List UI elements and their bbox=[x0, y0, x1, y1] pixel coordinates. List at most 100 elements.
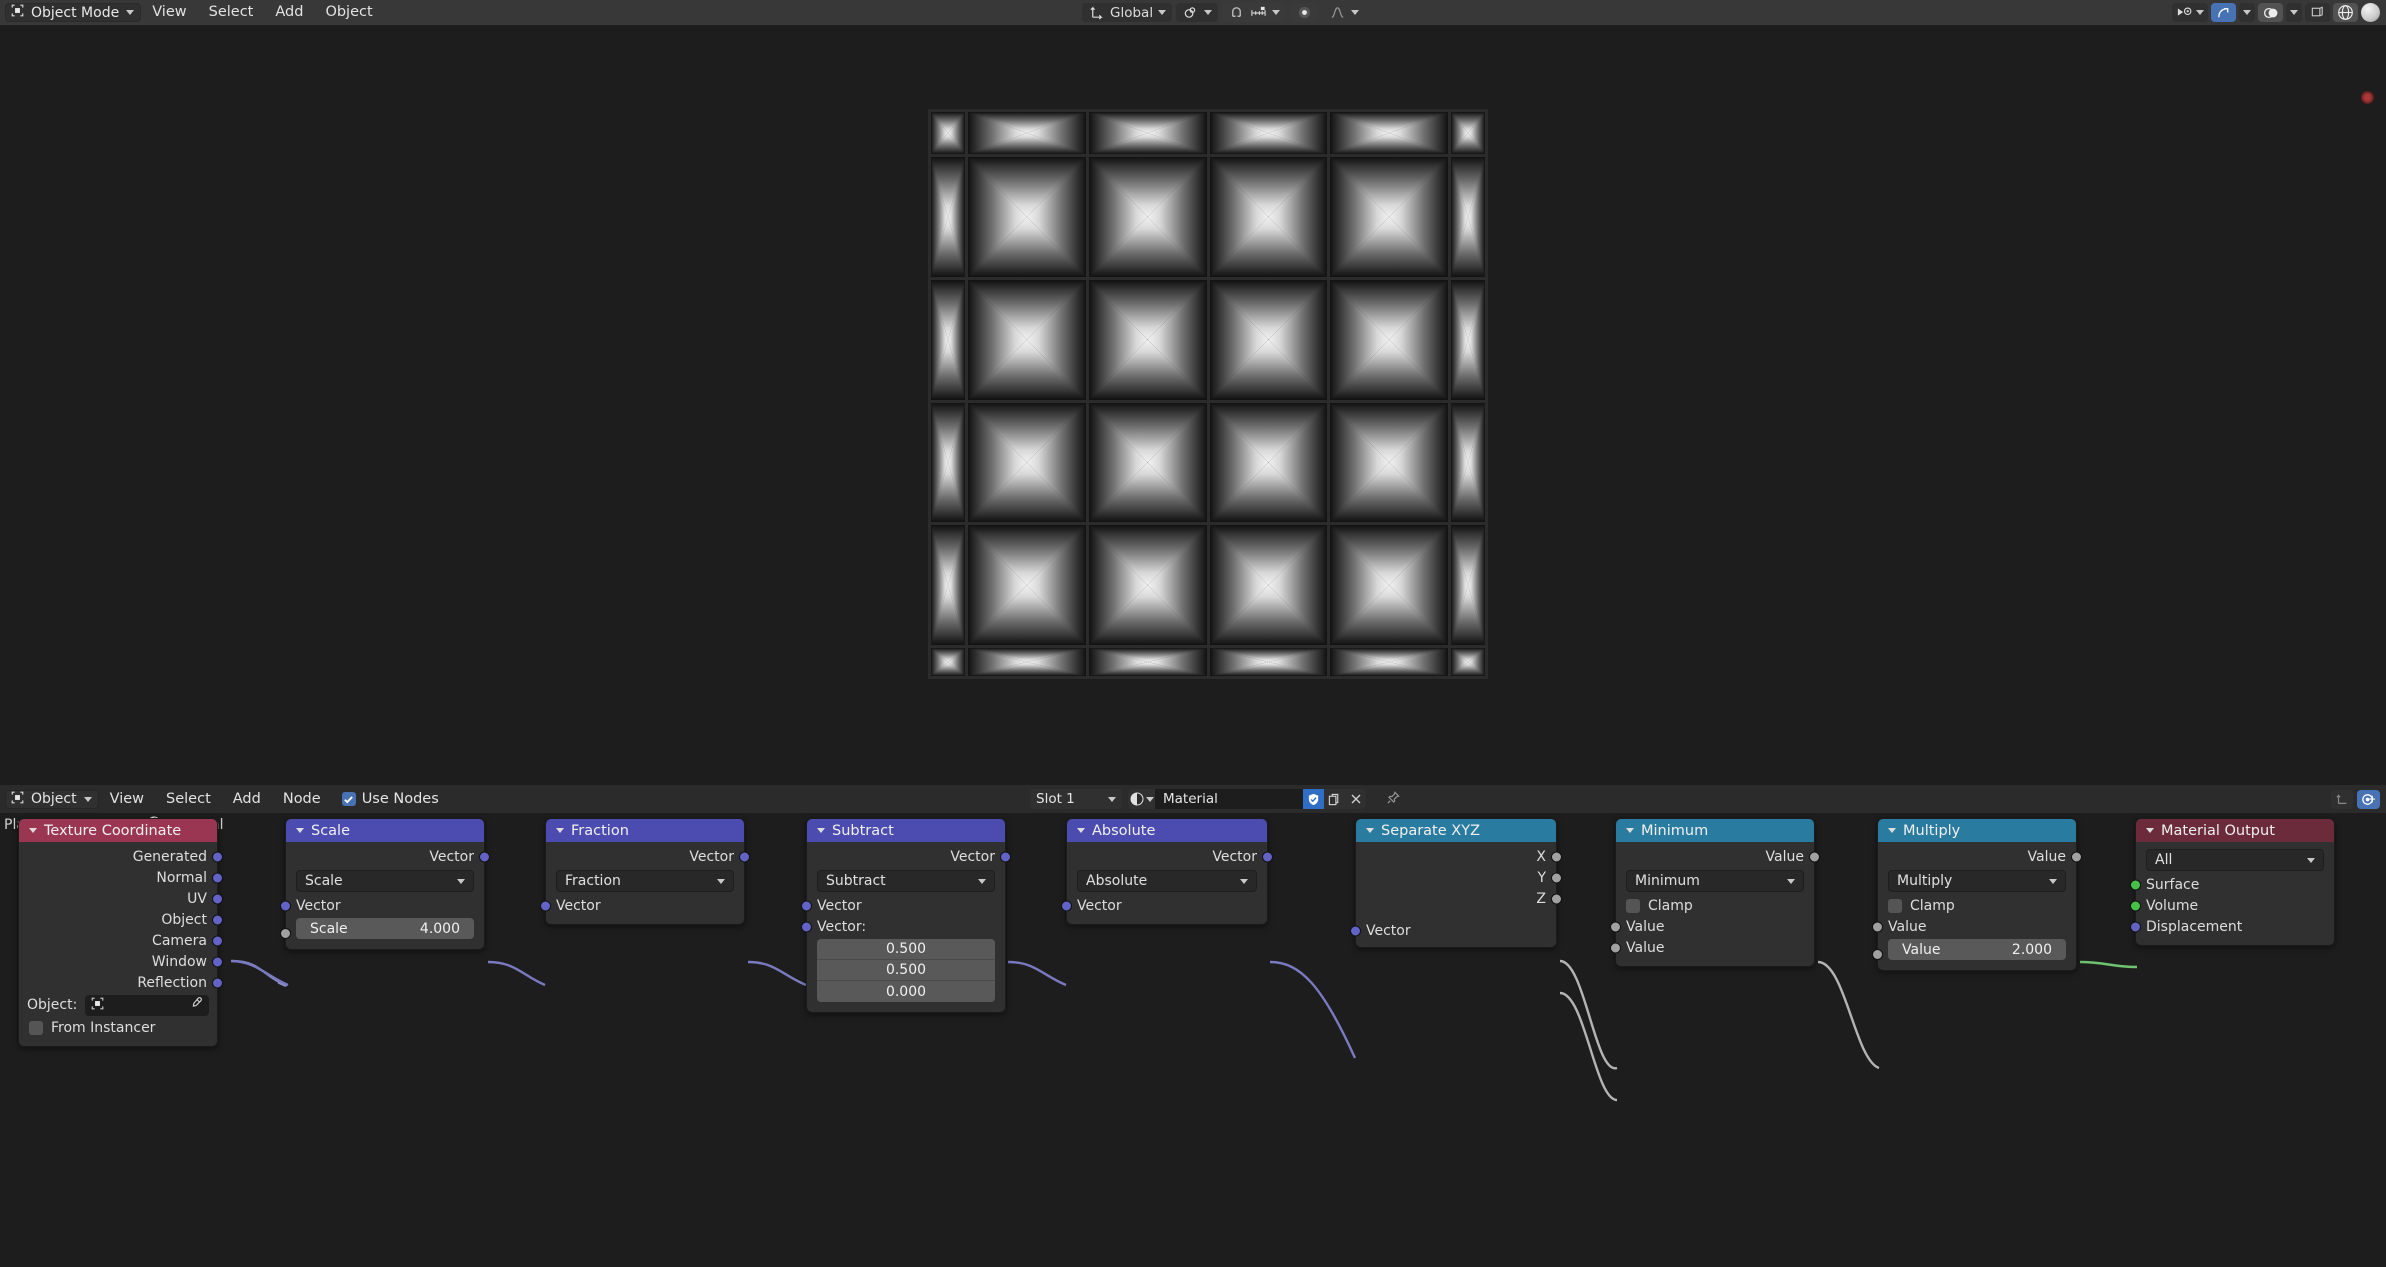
use-nodes-checkbox[interactable]: Use Nodes bbox=[341, 791, 439, 807]
output-vector[interactable]: Vector bbox=[546, 846, 750, 867]
output-reflection[interactable]: Reflection bbox=[19, 972, 223, 993]
input-vector[interactable]: Vector bbox=[1350, 920, 1556, 941]
shading-solid-button[interactable] bbox=[2361, 3, 2380, 22]
socket-vector[interactable] bbox=[479, 851, 490, 862]
shading-wireframe-button[interactable] bbox=[2333, 3, 2358, 22]
operation-dropdown[interactable]: Absolute bbox=[1077, 870, 1257, 892]
socket-vector[interactable] bbox=[1000, 851, 1011, 862]
socket-vector[interactable] bbox=[280, 900, 291, 911]
socket-vector[interactable] bbox=[801, 900, 812, 911]
overlays-toggle[interactable] bbox=[2258, 3, 2283, 22]
menu-view[interactable]: View bbox=[141, 0, 197, 25]
output-z[interactable]: Z bbox=[1356, 888, 1562, 909]
input-displacement[interactable]: Displacement bbox=[2130, 916, 2334, 937]
socket-value[interactable] bbox=[280, 928, 291, 939]
output-value[interactable]: Value bbox=[1616, 846, 1820, 867]
node-menu-node[interactable]: Node bbox=[272, 791, 332, 807]
menu-add[interactable]: Add bbox=[264, 0, 314, 25]
node-header-minimum[interactable]: Minimum bbox=[1616, 819, 1814, 842]
input-vector[interactable]: Vector bbox=[1061, 895, 1267, 916]
socket-value[interactable] bbox=[1551, 893, 1562, 904]
socket-vector[interactable] bbox=[212, 935, 223, 946]
object-field[interactable] bbox=[85, 994, 209, 1016]
output-vector[interactable]: Vector bbox=[286, 846, 490, 867]
node-multiply[interactable]: Multiply Value Multiply Clamp Value Valu… bbox=[1872, 818, 2082, 971]
overlay-node-icon[interactable] bbox=[2357, 789, 2380, 809]
socket-value[interactable] bbox=[1872, 949, 1883, 960]
socket-value[interactable] bbox=[2071, 851, 2082, 862]
input-vector-a[interactable]: Vector bbox=[801, 895, 1005, 916]
node-header-texture-coordinate[interactable]: Texture Coordinate bbox=[19, 819, 217, 842]
socket-vector[interactable] bbox=[1262, 851, 1273, 862]
snap-node-icon[interactable] bbox=[2331, 789, 2353, 809]
socket-vector[interactable] bbox=[1350, 925, 1361, 936]
socket-value[interactable] bbox=[1610, 921, 1621, 932]
input-volume[interactable]: Volume bbox=[2130, 895, 2334, 916]
input-vector-b[interactable]: Vector: bbox=[801, 916, 1005, 937]
clamp-checkbox[interactable]: Clamp bbox=[1878, 895, 2076, 916]
node-subtract[interactable]: Subtract Vector Subtract Vector Vector: bbox=[801, 818, 1011, 1013]
socket-vector[interactable] bbox=[212, 872, 223, 883]
collapse-chevron-icon[interactable] bbox=[29, 828, 37, 833]
socket-value[interactable] bbox=[1551, 851, 1562, 862]
fake-user-shield-icon[interactable] bbox=[1303, 789, 1324, 809]
socket-vector[interactable] bbox=[1061, 900, 1072, 911]
shader-type-dropdown[interactable]: Object bbox=[5, 789, 99, 809]
socket-vector[interactable] bbox=[739, 851, 750, 862]
collapse-chevron-icon[interactable] bbox=[1626, 828, 1634, 833]
node-separate-xyz[interactable]: Separate XYZ X Y Z Vector bbox=[1350, 818, 1562, 948]
gizmo-dropdown[interactable] bbox=[2239, 3, 2255, 22]
transform-orientation-dropdown[interactable]: Global bbox=[1082, 3, 1173, 22]
collapse-chevron-icon[interactable] bbox=[2146, 828, 2154, 833]
falloff-curve-dropdown[interactable] bbox=[1323, 3, 1365, 22]
node-header-material-output[interactable]: Material Output bbox=[2136, 819, 2334, 842]
collapse-chevron-icon[interactable] bbox=[296, 828, 304, 833]
output-object[interactable]: Object bbox=[19, 909, 223, 930]
output-window[interactable]: Window bbox=[19, 951, 223, 972]
socket-value[interactable] bbox=[1551, 872, 1562, 883]
collapse-chevron-icon[interactable] bbox=[817, 828, 825, 833]
material-name-field[interactable]: Material bbox=[1155, 789, 1303, 809]
socket-vector[interactable] bbox=[212, 893, 223, 904]
node-absolute[interactable]: Absolute Vector Absolute Vector bbox=[1061, 818, 1273, 925]
collapse-chevron-icon[interactable] bbox=[1366, 828, 1374, 833]
collapse-chevron-icon[interactable] bbox=[1888, 828, 1896, 833]
collapse-chevron-icon[interactable] bbox=[556, 828, 564, 833]
material-sphere-icon[interactable] bbox=[1128, 789, 1155, 809]
node-fraction[interactable]: Fraction Vector Fraction Vector bbox=[540, 818, 750, 925]
socket-vector[interactable] bbox=[2130, 921, 2141, 932]
node-texture-coordinate[interactable]: Texture Coordinate Generated Normal UV O… bbox=[18, 818, 223, 1047]
magnet-snap-group[interactable] bbox=[1222, 3, 1287, 22]
from-instancer-checkbox[interactable]: From Instancer bbox=[19, 1017, 217, 1038]
menu-select[interactable]: Select bbox=[198, 0, 265, 25]
node-header-subtract[interactable]: Subtract bbox=[807, 819, 1005, 842]
material-slot-dropdown[interactable]: Slot 1 bbox=[1030, 789, 1122, 809]
socket-vector[interactable] bbox=[212, 956, 223, 967]
output-camera[interactable]: Camera bbox=[19, 930, 223, 951]
clamp-checkbox[interactable]: Clamp bbox=[1616, 895, 1814, 916]
scale-value-field[interactable]: Scale 4.000 bbox=[296, 918, 474, 939]
output-y[interactable]: Y bbox=[1356, 867, 1562, 888]
multiply-value-field[interactable]: Value 2.000 bbox=[1888, 939, 2066, 960]
input-value-b[interactable]: Value bbox=[1610, 937, 1814, 958]
output-uv[interactable]: UV bbox=[19, 888, 223, 909]
node-menu-select[interactable]: Select bbox=[155, 791, 222, 807]
output-vector[interactable]: Vector bbox=[1067, 846, 1273, 867]
viewport-3d[interactable] bbox=[0, 25, 2386, 785]
output-generated[interactable]: Generated bbox=[19, 846, 223, 867]
overlays-dropdown[interactable] bbox=[2286, 3, 2302, 22]
node-menu-view[interactable]: View bbox=[99, 791, 155, 807]
node-header-fraction[interactable]: Fraction bbox=[546, 819, 744, 842]
new-material-copy-icon[interactable] bbox=[1324, 789, 1345, 809]
vector-y-field[interactable]: 0.500 bbox=[817, 960, 995, 981]
eyedropper-icon[interactable] bbox=[189, 996, 203, 1014]
socket-vector[interactable] bbox=[212, 914, 223, 925]
socket-vector[interactable] bbox=[212, 977, 223, 988]
xray-toggle[interactable] bbox=[2305, 3, 2330, 22]
visibility-dropdown[interactable] bbox=[2172, 3, 2208, 22]
input-surface[interactable]: Surface bbox=[2130, 874, 2334, 895]
collapse-chevron-icon[interactable] bbox=[1077, 828, 1085, 833]
node-minimum[interactable]: Minimum Value Minimum Clamp Value Value bbox=[1610, 818, 1820, 967]
socket-vector[interactable] bbox=[801, 921, 812, 932]
socket-vector[interactable] bbox=[540, 900, 551, 911]
